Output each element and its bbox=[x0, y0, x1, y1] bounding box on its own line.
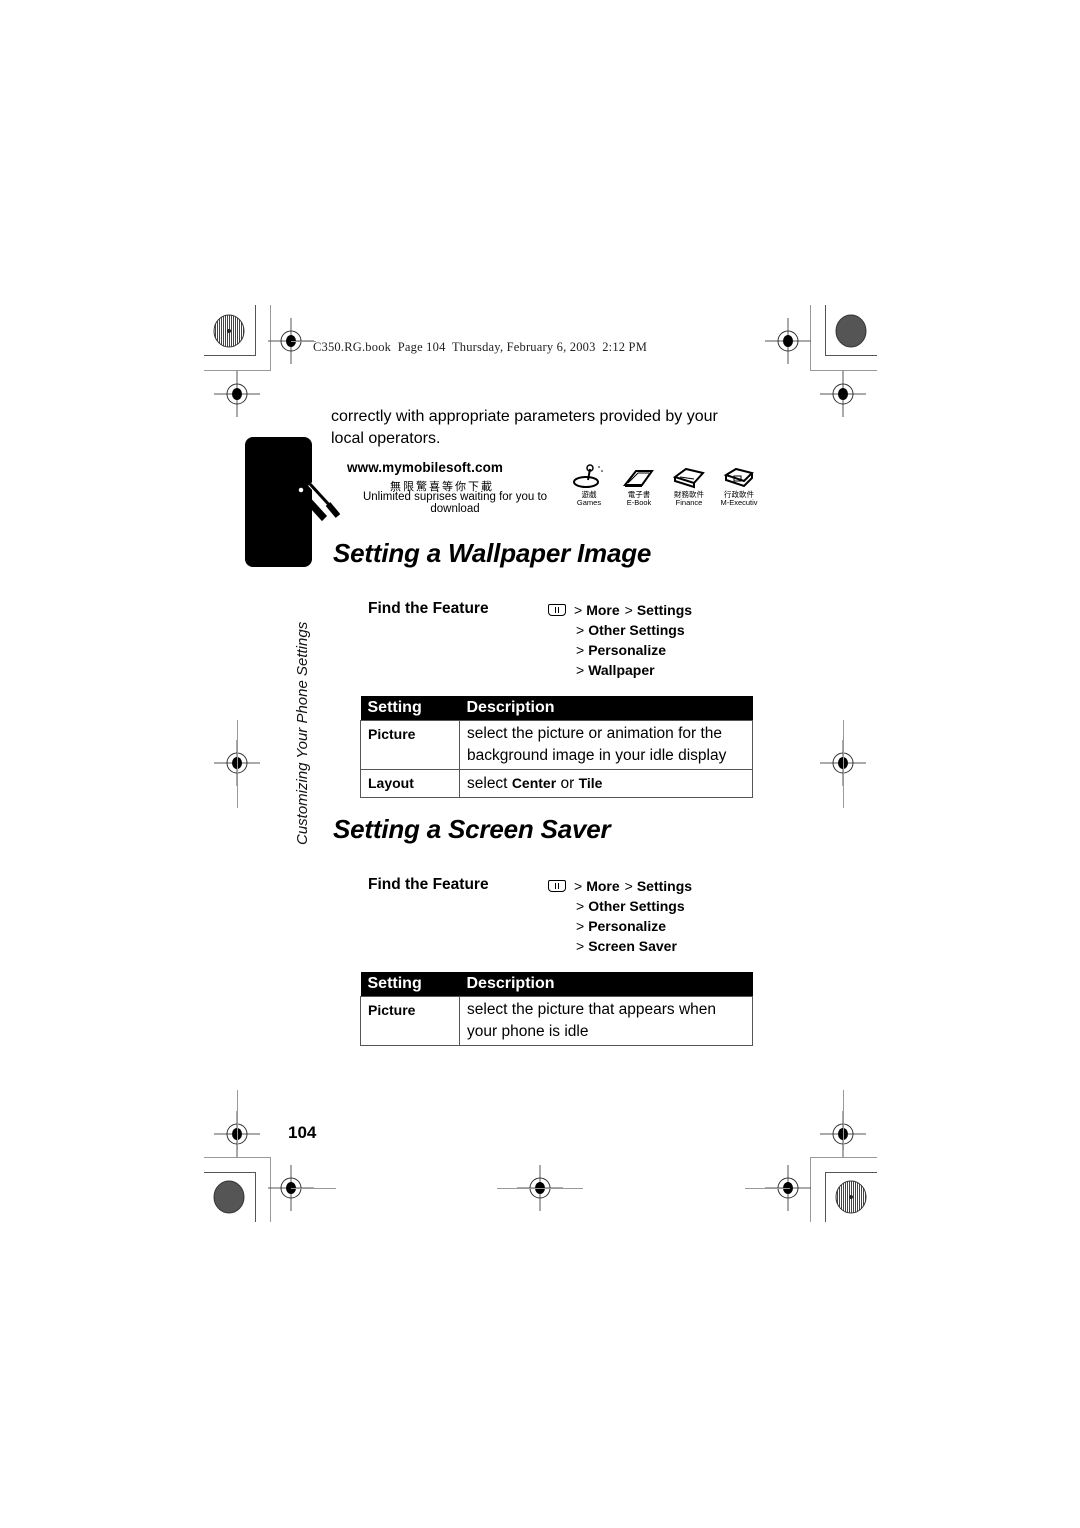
starburst-registration-icon bbox=[835, 1180, 867, 1214]
crop-mark-line bbox=[237, 1090, 238, 1150]
option-tile: Tile bbox=[578, 775, 603, 791]
column-header-description: Description bbox=[459, 696, 753, 721]
ad-category: 行政軟件 M-Executiv bbox=[717, 463, 761, 507]
crop-mark-line bbox=[825, 1172, 826, 1222]
intro-paragraph: correctly with appropriate parameters pr… bbox=[331, 408, 718, 447]
chapter-side-label: Customizing Your Phone Settings bbox=[294, 621, 311, 845]
menu-path-screen-saver: > More > Settings > Other Settings > Persona… bbox=[548, 876, 692, 956]
book-icon bbox=[622, 470, 654, 487]
menu-path-row: > Wallpaper bbox=[576, 662, 655, 678]
crop-mark-line bbox=[825, 305, 826, 355]
find-feature-label: Find the Feature bbox=[368, 876, 489, 893]
ad-category-list: 遊戲 Games 電子書 E-Book 財務軟件 Finance 行政軟件 M-… bbox=[567, 463, 761, 507]
crop-mark-line bbox=[255, 305, 256, 355]
menu-path-row: > Other Settings bbox=[576, 898, 685, 914]
settings-table-wallpaper: Setting Description Picture select the p… bbox=[360, 696, 753, 798]
menu-path-item: Other Settings bbox=[588, 898, 685, 914]
crop-mark-line bbox=[204, 1157, 271, 1158]
table-row: Layout select Center or Tile bbox=[360, 769, 753, 798]
ad-english-slogan: Unlimited suprises waiting for you to do… bbox=[362, 491, 548, 515]
crop-mark-line bbox=[497, 1188, 583, 1189]
wrench-screwdriver-icon bbox=[292, 472, 341, 528]
crop-mark-line bbox=[204, 1172, 256, 1173]
joystick-icon bbox=[573, 464, 603, 488]
menu-path-item: More bbox=[586, 602, 620, 618]
table-row: Picture select the picture or animation … bbox=[360, 720, 753, 770]
menu-path-row: > Personalize bbox=[576, 918, 667, 934]
ad-category-en: M-Executiv bbox=[720, 498, 758, 507]
setting-description: select Center or Tile bbox=[459, 769, 753, 798]
menu-path-row: > Personalize bbox=[576, 642, 667, 658]
setting-name: Picture bbox=[360, 720, 460, 770]
column-header-description: Description bbox=[459, 972, 753, 997]
crop-mark-line bbox=[291, 1188, 336, 1189]
briefcase-icon bbox=[723, 467, 754, 488]
crosshair-registration-icon bbox=[214, 371, 260, 417]
settings-table-screen-saver: Setting Description Picture select the p… bbox=[360, 972, 753, 1046]
menu-path-item: Settings bbox=[636, 878, 693, 894]
menu-path-item: Personalize bbox=[588, 642, 667, 658]
menu-path-row: > Other Settings bbox=[576, 622, 685, 638]
menu-path-item: Other Settings bbox=[588, 622, 685, 638]
crop-mark-line bbox=[810, 1157, 877, 1158]
menu-path-item: More bbox=[586, 878, 620, 894]
menu-path-row: > More > Settings bbox=[548, 876, 692, 896]
ad-category: 財務軟件 Finance bbox=[667, 463, 711, 507]
crop-mark-line bbox=[843, 1090, 844, 1150]
section-title-screen-saver: Setting a Screen Saver bbox=[333, 814, 611, 844]
menu-path-row: > More > Settings bbox=[548, 600, 692, 620]
table-header-row: Setting Description bbox=[360, 972, 753, 997]
column-header-setting: Setting bbox=[360, 696, 460, 721]
calculator-icon bbox=[672, 467, 705, 489]
description-text: select bbox=[467, 775, 512, 792]
ad-banner[interactable]: www.mymobilesoft.com 無限驚喜等你下載 Unlimited … bbox=[345, 458, 760, 518]
ad-category-en: Games bbox=[576, 498, 602, 507]
crop-mark-line bbox=[745, 1188, 790, 1189]
crop-mark-line bbox=[825, 355, 877, 356]
table-header-row: Setting Description bbox=[360, 696, 753, 721]
setting-description: select the picture or animation for the … bbox=[459, 720, 753, 770]
menu-key-icon bbox=[548, 604, 566, 616]
setting-name: Picture bbox=[360, 996, 460, 1046]
menu-path-wallpaper: > More > Settings > Other Settings > Persona… bbox=[548, 600, 692, 680]
crosshair-registration-icon bbox=[765, 318, 811, 364]
ad-category-en: Finance bbox=[675, 498, 703, 507]
ad-category: 電子書 E-Book bbox=[617, 463, 661, 507]
solid-registration-icon bbox=[213, 1180, 245, 1214]
ad-category: 遊戲 Games bbox=[567, 463, 611, 507]
crosshair-registration-icon bbox=[820, 371, 866, 417]
section-title-wallpaper: Setting a Wallpaper Image bbox=[333, 538, 652, 568]
setting-description: select the picture that appears when you… bbox=[459, 996, 753, 1046]
print-header: C350.RG.book Page 104 Thursday, February… bbox=[313, 340, 648, 354]
crop-mark-line bbox=[204, 355, 256, 356]
menu-path-item: Wallpaper bbox=[588, 662, 655, 678]
crop-mark-line bbox=[843, 720, 844, 808]
crop-mark-line bbox=[255, 1172, 256, 1222]
solid-registration-icon bbox=[835, 314, 867, 348]
ad-url[interactable]: www.mymobilesoft.com bbox=[347, 460, 503, 475]
column-header-setting: Setting bbox=[360, 972, 460, 997]
menu-path-item: Settings bbox=[636, 602, 693, 618]
crop-mark-line bbox=[825, 1172, 877, 1173]
page-number: 104 bbox=[288, 1123, 317, 1142]
menu-key-icon bbox=[548, 880, 566, 892]
find-feature-label: Find the Feature bbox=[368, 600, 489, 617]
menu-path-row: > Screen Saver bbox=[576, 938, 677, 954]
table-row: Picture select the picture that appears … bbox=[360, 996, 753, 1046]
menu-path-item: Screen Saver bbox=[588, 938, 677, 954]
crop-mark-line bbox=[237, 720, 238, 808]
setting-name: Layout bbox=[360, 769, 460, 798]
description-text: or bbox=[556, 775, 579, 792]
ad-category-en: E-Book bbox=[626, 498, 652, 507]
menu-path-item: Personalize bbox=[588, 918, 667, 934]
option-center: Center bbox=[511, 775, 557, 791]
starburst-registration-icon bbox=[213, 314, 245, 348]
